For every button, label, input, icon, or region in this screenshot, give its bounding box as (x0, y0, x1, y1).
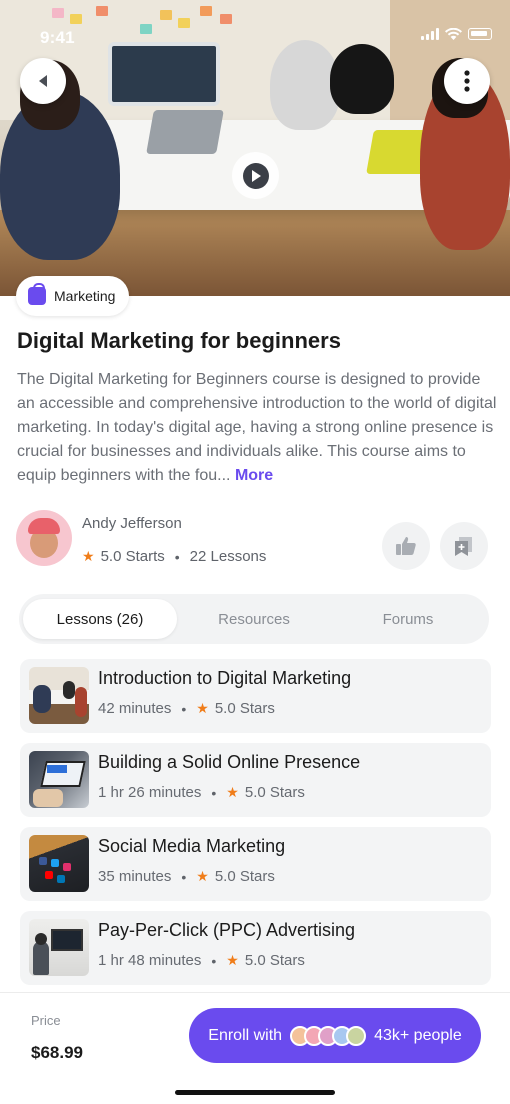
lesson-duration: 1 hr 26 minutes (98, 784, 202, 801)
lesson-rating: 5.0 Stars (214, 700, 275, 717)
enroll-button[interactable]: Enroll with 43k+ people (189, 1008, 481, 1063)
author-lessons: 22 Lessons (189, 548, 267, 565)
status-time: 9:41 (40, 28, 75, 47)
lesson-title: Social Media Marketing (98, 836, 286, 856)
thumbs-up-icon (396, 537, 416, 555)
tab-lessons[interactable]: Lessons (26) (23, 599, 177, 639)
tab-resources[interactable]: Resources (177, 599, 331, 639)
star-icon: ★ (82, 548, 95, 564)
lesson-item[interactable]: Introduction to Digital Marketing 42 min… (20, 659, 491, 733)
category-chip[interactable]: Marketing (16, 276, 130, 316)
play-video-button[interactable] (232, 152, 279, 199)
more-vertical-icon (464, 70, 470, 92)
course-tabs: Lessons (26) Resources Forums (19, 594, 489, 644)
bookmark-add-icon (455, 537, 472, 556)
enrolled-avatars (290, 1025, 367, 1046)
status-bar: 9:41 (0, 0, 510, 70)
lesson-title: Pay-Per-Click (PPC) Advertising (98, 920, 356, 940)
lesson-title: Building a Solid Online Presence (98, 752, 361, 772)
save-course-button[interactable] (440, 522, 488, 570)
status-icons (421, 28, 492, 40)
price-label: Price (31, 1013, 61, 1028)
lesson-thumbnail (29, 919, 89, 976)
enroll-count: 43k+ people (374, 1026, 462, 1044)
home-indicator[interactable] (175, 1090, 335, 1095)
author-meta: ★ 5.0 Starts • 22 Lessons (82, 548, 266, 565)
lesson-meta: 1 hr 48 minutes • ★ 5.0 Stars (98, 952, 305, 969)
author-rating: 5.0 Starts (100, 548, 165, 565)
lesson-thumbnail (29, 667, 89, 724)
lesson-duration: 1 hr 48 minutes (98, 952, 202, 969)
separator-dot: • (211, 952, 217, 969)
play-icon (242, 162, 269, 189)
lesson-duration: 42 minutes (98, 700, 172, 717)
tab-forums[interactable]: Forums (331, 599, 485, 639)
author-name[interactable]: Andy Jefferson (82, 515, 182, 532)
lesson-item[interactable]: Building a Solid Online Presence 1 hr 26… (20, 743, 491, 817)
lesson-title: Introduction to Digital Marketing (98, 668, 352, 688)
battery-icon (468, 28, 492, 40)
shopping-bag-icon (28, 283, 46, 305)
course-title: Digital Marketing for beginners (17, 328, 341, 353)
like-button[interactable] (382, 522, 430, 570)
separator-dot: • (174, 548, 180, 565)
star-icon: ★ (226, 952, 239, 968)
lesson-thumbnail (29, 835, 89, 892)
separator-dot: • (181, 868, 187, 885)
wifi-icon (445, 28, 462, 40)
lesson-meta: 1 hr 26 minutes • ★ 5.0 Stars (98, 784, 305, 801)
lesson-rating: 5.0 Stars (214, 868, 275, 885)
lesson-meta: 35 minutes • ★ 5.0 Stars (98, 868, 275, 885)
back-arrow-icon (39, 75, 47, 87)
more-link[interactable]: More (235, 467, 273, 484)
price-value: $68.99 (31, 1043, 83, 1062)
back-button[interactable] (20, 58, 66, 104)
star-icon: ★ (196, 868, 209, 884)
avatar (346, 1025, 367, 1046)
enroll-prefix: Enroll with (208, 1026, 283, 1044)
bottom-bar: Price $68.99 Enroll with 43k+ people (0, 992, 510, 1104)
lesson-item[interactable]: Pay-Per-Click (PPC) Advertising 1 hr 48 … (20, 911, 491, 985)
lesson-duration: 35 minutes (98, 868, 172, 885)
lesson-rating: 5.0 Stars (244, 784, 305, 801)
separator-dot: • (211, 784, 217, 801)
category-label: Marketing (54, 288, 116, 304)
lesson-rating: 5.0 Stars (244, 952, 305, 969)
separator-dot: • (181, 700, 187, 717)
star-icon: ★ (226, 784, 239, 800)
lesson-meta: 42 minutes • ★ 5.0 Stars (98, 700, 275, 717)
author-avatar[interactable] (16, 510, 72, 566)
more-options-button[interactable] (444, 58, 490, 104)
author-row: Andy Jefferson ★ 5.0 Starts • 22 Lessons (16, 510, 494, 570)
course-description: The Digital Marketing for Beginners cour… (17, 368, 497, 488)
cellular-signal-icon (421, 28, 439, 40)
lesson-item[interactable]: Social Media Marketing 35 minutes • ★ 5.… (20, 827, 491, 901)
lesson-thumbnail (29, 751, 89, 808)
star-icon: ★ (196, 700, 209, 716)
